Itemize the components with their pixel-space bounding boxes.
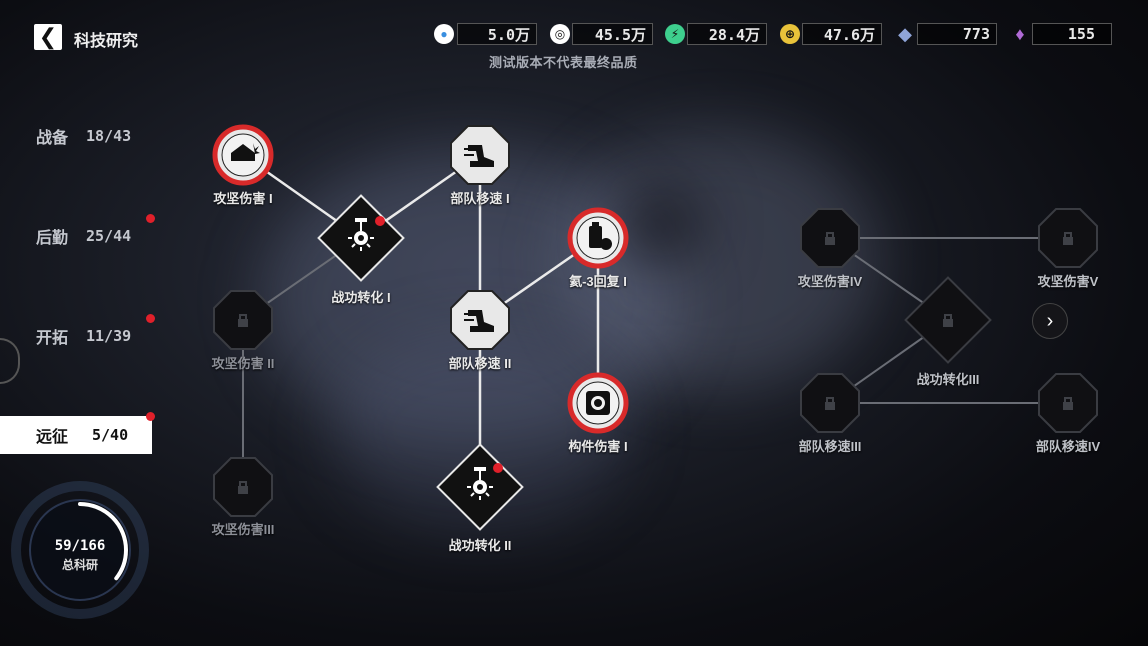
tech-node-siege-damage-5[interactable]	[1038, 208, 1098, 268]
notification-dot	[375, 216, 385, 226]
total-research-label: 总科研	[61, 558, 98, 572]
node-label: 部队移速 II	[448, 356, 512, 371]
lock-icon	[825, 402, 835, 410]
tech-node-move-speed-2[interactable]	[450, 290, 510, 350]
tech-node-move-speed-1[interactable]	[450, 125, 510, 185]
tech-node-siege-damage-2[interactable]	[213, 290, 273, 350]
next-page-button[interactable]: ›	[1032, 303, 1068, 339]
node-label: 攻坚伤害 II	[211, 356, 275, 371]
lock-icon	[1063, 402, 1073, 410]
total-research: 59/166 总科研	[30, 500, 130, 600]
tech-node-siege-damage-1[interactable]	[212, 124, 274, 186]
active-links	[242, 153, 600, 487]
lock-icon	[943, 319, 953, 327]
tech-node-siege-damage-3[interactable]	[213, 457, 273, 517]
tech-tree	[11, 124, 1098, 619]
drop-icon	[600, 238, 612, 250]
node-label: 攻坚伤害III	[211, 522, 275, 537]
node-label: 攻坚伤害IV	[797, 274, 863, 289]
tech-node-merit-convert-3[interactable]	[904, 276, 992, 364]
tech-node-move-speed-4[interactable]	[1038, 373, 1098, 433]
tech-node-siege-damage-4[interactable]	[800, 208, 860, 268]
tech-node-merit-convert-2[interactable]	[436, 443, 524, 531]
tech-node-helium-recovery-1[interactable]	[567, 207, 629, 269]
tech-node-merit-convert-1[interactable]	[317, 194, 405, 282]
lock-icon	[238, 486, 248, 494]
lock-icon	[825, 237, 835, 245]
node-label: 攻坚伤害 I	[213, 191, 273, 206]
notification-dot	[493, 463, 503, 473]
node-label: 攻坚伤害V	[1037, 274, 1099, 289]
node-label: 部队移速IV	[1035, 439, 1101, 454]
node-label: 战功转化III	[916, 372, 980, 387]
node-label: 构件伤害 I	[568, 439, 628, 454]
node-label: 部队移速III	[798, 439, 862, 454]
total-research-count: 59/166	[54, 538, 106, 554]
node-label: 部队移速 I	[450, 191, 510, 206]
tech-node-component-damage-1[interactable]	[567, 372, 629, 434]
lock-icon	[1063, 237, 1073, 245]
node-label: 氦-3回复 I	[569, 274, 627, 289]
lock-icon	[238, 319, 248, 327]
tech-node-move-speed-3[interactable]	[800, 373, 860, 433]
node-label: 战功转化 I	[331, 290, 391, 305]
node-label: 战功转化 II	[448, 538, 512, 553]
chevron-right-icon: ›	[1046, 309, 1054, 332]
